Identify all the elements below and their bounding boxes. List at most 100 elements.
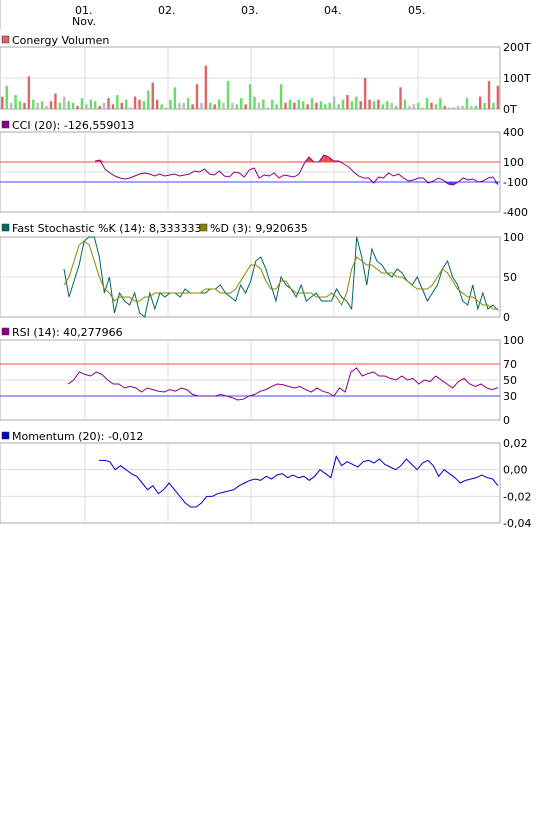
volume-bar [71,102,75,109]
volume-bar [1,96,4,109]
rsi-y-tick: 30 [503,390,517,403]
volume-bar [483,102,486,109]
volume-bar [412,104,416,109]
volume-bar [169,99,172,109]
momentum-y-tick: -0,04 [503,517,531,530]
rsi-y-tick: 50 [503,374,517,387]
volume-bar [94,101,97,109]
stoch-d-legend-swatch [199,223,208,232]
volume-bar [372,101,376,109]
volume-bar [355,96,358,109]
volume-bar [332,96,336,109]
momentum-y-tick: 0,02 [503,437,528,450]
volume-bar [217,99,221,109]
volume-bar [5,85,8,109]
volume-bar [390,102,393,109]
volume-bar [492,102,495,109]
volume-bar [98,105,101,109]
volume-bar [346,95,349,109]
volume-bar [125,99,128,109]
volume-bar [80,98,84,109]
volume-bar [443,105,447,109]
volume-bar [271,99,274,109]
volume-bar [191,104,194,109]
rsi-y-tick: 70 [503,358,517,371]
volume-bar [45,105,48,109]
volume-bar [32,99,35,109]
volume-bar [496,85,500,109]
volume-bar [58,102,62,109]
volume-bar [164,107,168,109]
momentum-y-tick: -0,02 [503,490,531,503]
volume-bar [244,104,247,109]
volume-bar [182,102,185,109]
volume-bar [14,95,17,109]
volume-bar [178,102,181,109]
volume-bar [474,105,477,109]
indicator-chart: 01. 02. 03. 04. 05.Nov.Conergy Volumen200T10… [0,0,531,530]
volume-bar [173,87,177,109]
cci-y-tick: 400 [503,126,524,139]
cci-title: CCI (20): -126,559013 [12,119,134,132]
volume-bar [421,107,424,109]
volume-bar [235,104,239,109]
volume-bar [40,101,44,109]
volume-bar [386,101,389,109]
volume-y-tick: 100T [503,72,531,85]
volume-bar [89,99,93,109]
volume-bar [186,98,190,109]
volume-bar [328,102,331,109]
volume-title: Conergy Volumen [12,34,109,47]
volume-bar [399,87,402,109]
stoch-y-tick: 100 [503,231,524,244]
volume-bar [63,96,66,109]
volume-bar [465,98,469,109]
volume-bar [226,81,230,109]
volume-bar [129,107,132,109]
momentum-title: Momentum (20): -0,012 [12,430,143,443]
rsi-y-tick: 0 [503,414,510,427]
volume-bar [310,98,314,109]
volume-bar [102,102,106,109]
volume-bar [200,102,203,109]
volume-bar [195,84,199,109]
x-tick-label: 04. [324,4,342,17]
volume-bar [288,99,292,109]
volume-bar [306,104,309,109]
volume-bar [222,102,225,109]
volume-bar [470,105,473,109]
volume-bar [363,78,367,109]
volume-bar [147,90,150,109]
volume-bar [315,102,318,109]
volume-bar [279,84,283,109]
volume-bar [240,98,243,109]
volume-bar [293,102,296,109]
volume-bar [394,105,398,109]
volume-bar [434,104,438,109]
stoch-d-title: %D (3): 9,920635 [210,222,308,235]
volume-bar [257,102,261,109]
volume-bar [430,102,433,109]
volume-bar [155,99,159,109]
momentum-legend-swatch [1,431,10,440]
cci-legend-swatch [1,120,10,129]
volume-bar [151,82,154,109]
volume-bar [456,105,460,109]
volume-bar [120,102,124,109]
volume-bar [253,96,256,109]
volume-y-tick: 0T [503,103,517,116]
volume-bar [27,76,31,109]
volume-bar [116,95,119,109]
volume-bar [142,101,146,109]
volume-bar [76,105,79,109]
rsi-legend-swatch [1,327,10,336]
momentum-y-tick: 0,00 [503,464,528,477]
volume-bar [266,107,270,109]
volume-bar [368,99,371,109]
cci-y-tick: 100 [503,156,524,169]
volume-bar [337,104,340,109]
cci-y-tick: -400 [503,206,528,219]
volume-bar [297,99,300,109]
volume-bar [204,65,208,109]
volume-bar [301,101,305,109]
